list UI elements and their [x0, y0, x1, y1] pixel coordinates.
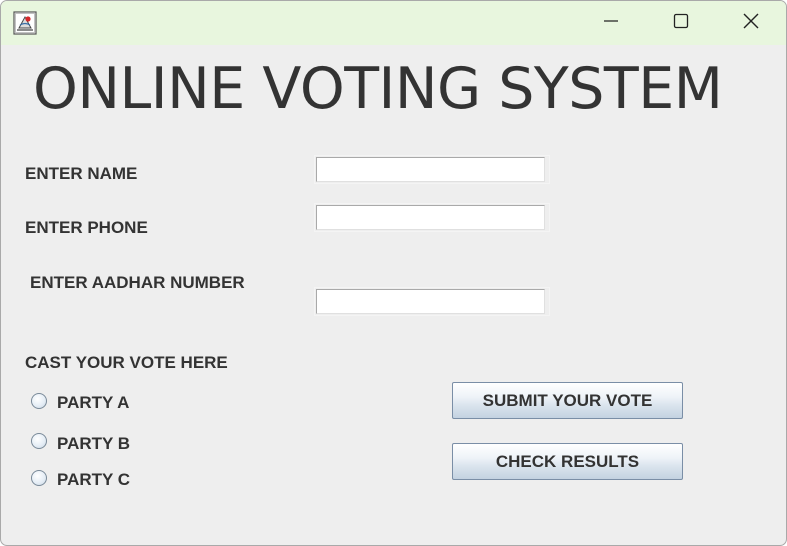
submit-vote-button[interactable]: SUBMIT YOUR VOTE	[452, 382, 683, 419]
party-a-label[interactable]: PARTY A	[57, 393, 129, 413]
app-window: ONLINE VOTING SYSTEM ENTER NAME ENTER PH…	[0, 0, 787, 546]
party-c-radio[interactable]	[31, 470, 47, 486]
aadhar-label: ENTER AADHAR NUMBER	[30, 273, 245, 292]
name-label: ENTER NAME	[25, 164, 138, 183]
phone-input[interactable]	[316, 205, 545, 230]
maximize-button[interactable]	[646, 1, 716, 45]
name-input[interactable]	[316, 157, 545, 182]
minimize-icon	[603, 13, 619, 34]
close-button[interactable]	[716, 1, 786, 45]
party-c-label[interactable]: PARTY C	[57, 470, 130, 490]
title-bar[interactable]	[1, 1, 786, 45]
vote-heading: CAST YOUR VOTE HERE	[25, 353, 228, 372]
party-a-radio[interactable]	[31, 393, 47, 409]
phone-label: ENTER PHONE	[25, 218, 148, 237]
minimize-button[interactable]	[576, 1, 646, 45]
java-app-icon	[13, 11, 37, 35]
check-results-button[interactable]: CHECK RESULTS	[452, 443, 683, 480]
maximize-icon	[673, 13, 689, 34]
page-title: ONLINE VOTING SYSTEM	[33, 56, 723, 122]
close-icon	[742, 12, 760, 35]
party-b-label[interactable]: PARTY B	[57, 434, 130, 454]
party-b-radio[interactable]	[31, 433, 47, 449]
aadhar-input[interactable]	[316, 289, 545, 314]
